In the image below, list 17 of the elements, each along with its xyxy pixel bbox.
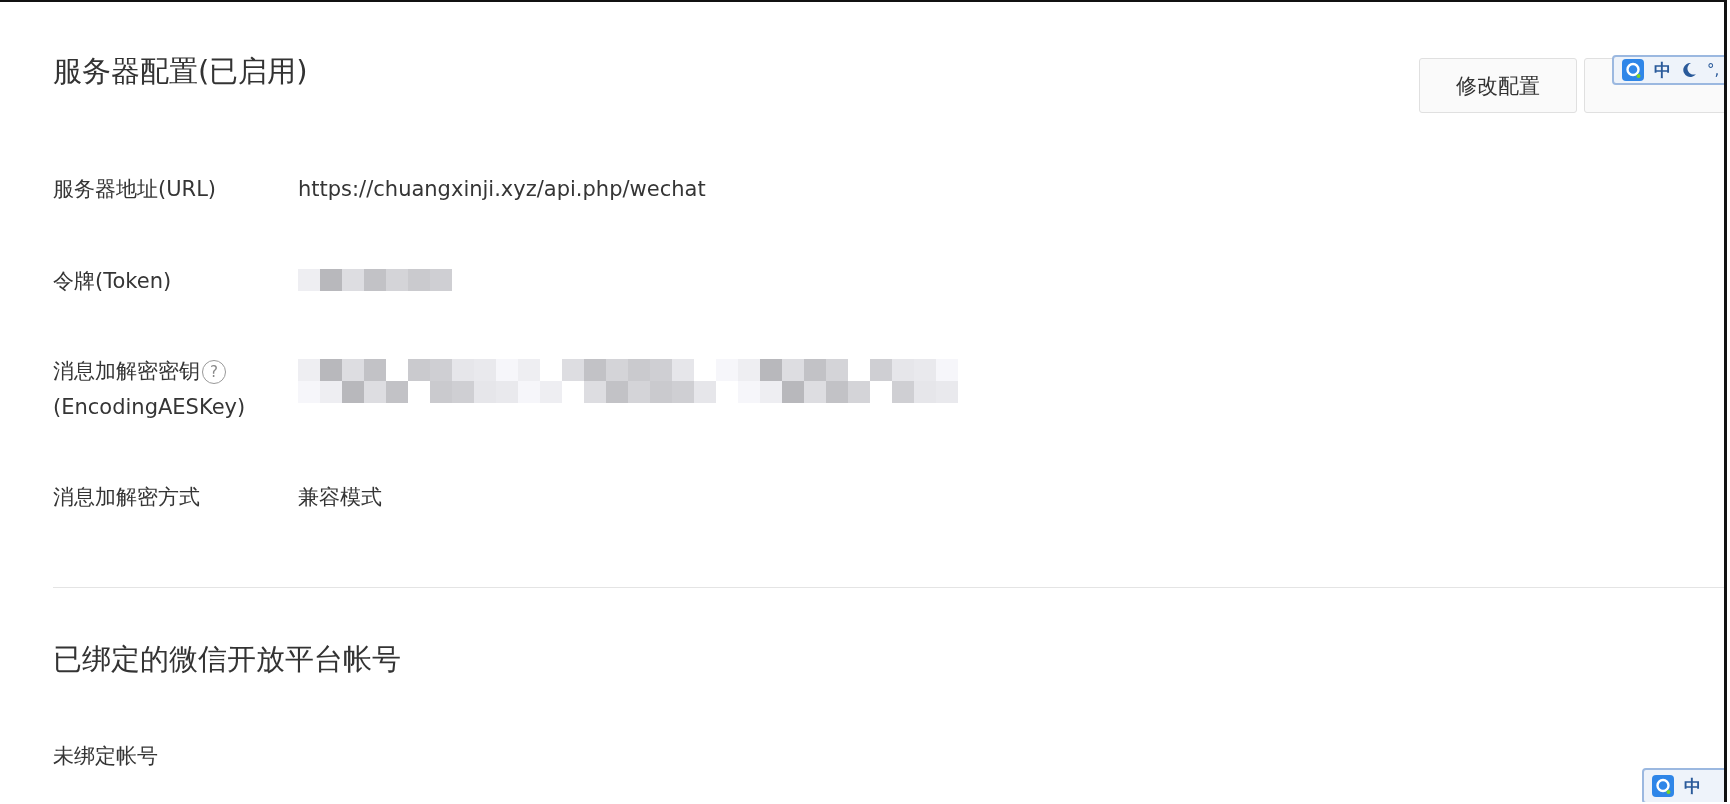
edit-config-button[interactable]: 修改配置 [1419, 58, 1577, 113]
field-label: (EncodingAESKey) [53, 395, 246, 419]
app-logo-icon[interactable] [1652, 775, 1674, 797]
moon-icon[interactable] [1681, 62, 1697, 78]
section-title: 已绑定的微信开放平台帐号 [53, 641, 402, 678]
punctuation-toggle[interactable]: °, [1707, 61, 1720, 79]
field-value: https://chuangxinji.xyz/api.php/wechat [298, 176, 706, 203]
field-label: 消息加解密方式 [53, 485, 200, 509]
app-logo-icon[interactable] [1622, 59, 1644, 81]
field-value: 兼容模式 [298, 484, 382, 511]
input-mode-toggle[interactable]: 中 [1684, 774, 1701, 798]
field-label: 服务器地址(URL) [53, 177, 217, 201]
input-mode-toggle[interactable]: 中 [1654, 58, 1671, 82]
section-title: 服务器配置(已启用) [53, 53, 308, 90]
field-label: 令牌(Token) [53, 269, 172, 293]
status-text: 未绑定帐号 [53, 743, 159, 770]
field-label: 消息加解密密钥 [53, 359, 200, 383]
